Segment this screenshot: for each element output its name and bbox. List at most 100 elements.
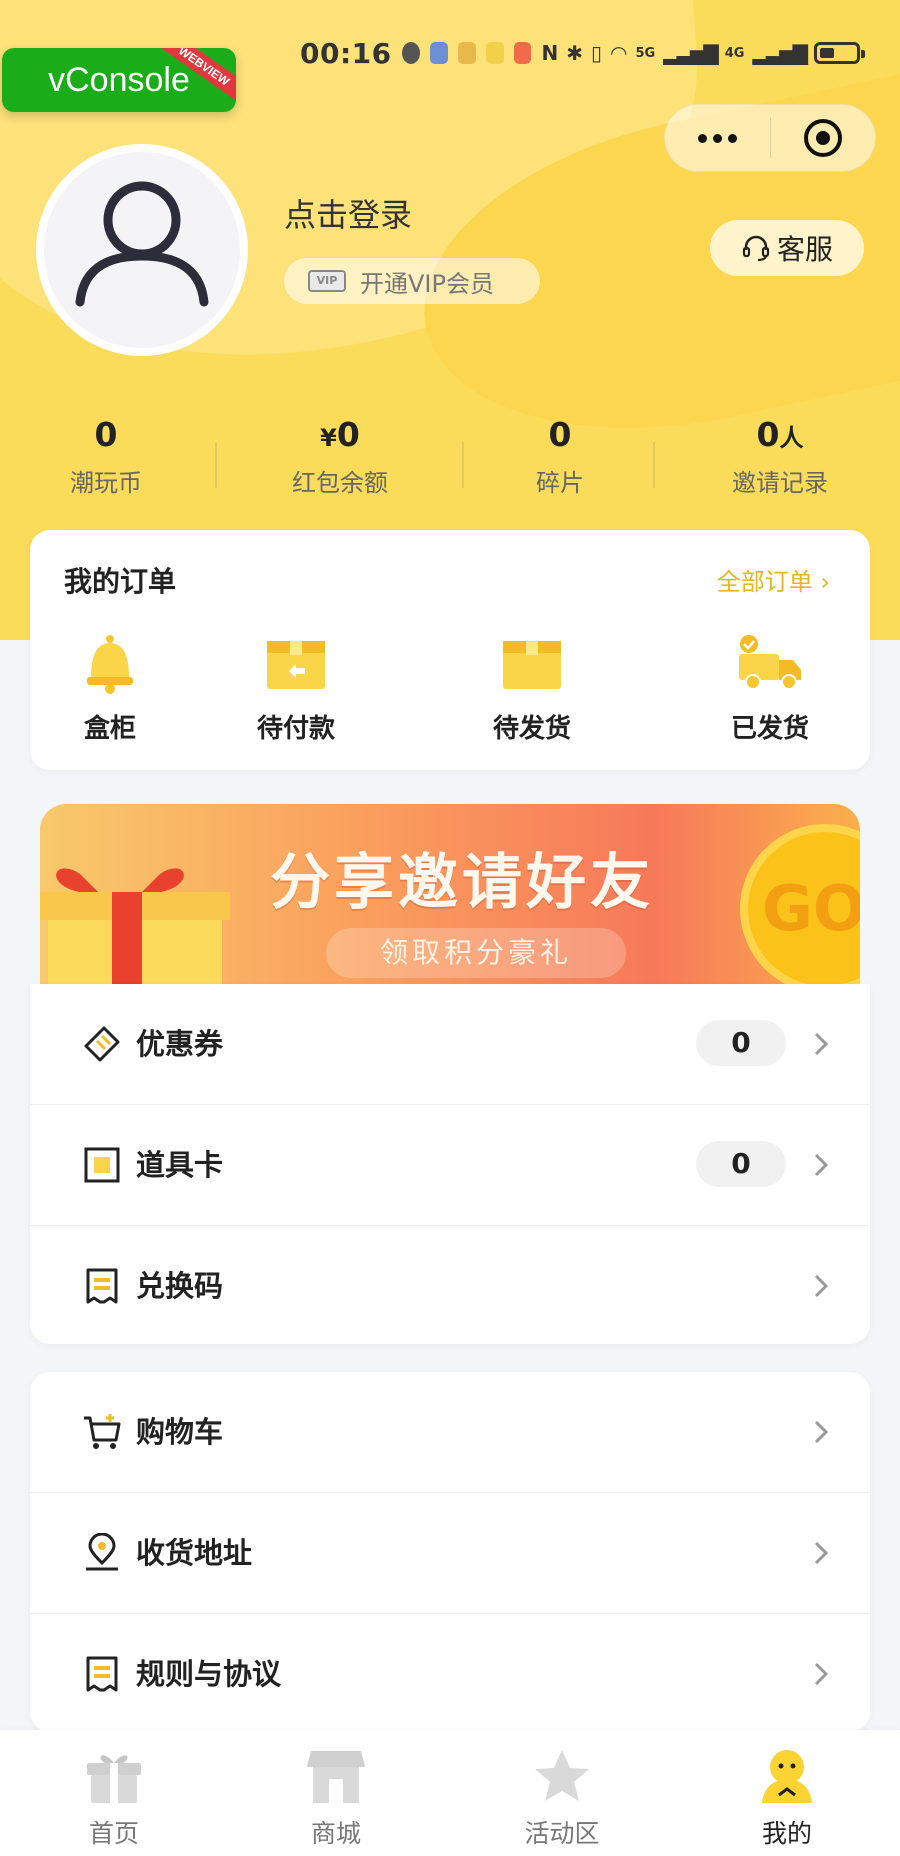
stat-coins[interactable]: 0 潮玩币	[46, 414, 166, 498]
chevron-right-icon	[814, 1032, 829, 1056]
gift-box-icon	[40, 868, 230, 984]
stat-label: 邀请记录	[732, 469, 828, 497]
stat-fragments[interactable]: 0 碎片	[510, 414, 610, 498]
order-item-label: 已发货	[730, 714, 809, 744]
more-dot-icon	[712, 133, 722, 143]
target-icon	[803, 119, 842, 157]
menu-group-shopping: 购物车 收货地址 规则与协议	[30, 1372, 870, 1732]
bluetooth-icon: ✱	[566, 41, 584, 65]
star-icon	[535, 1750, 589, 1801]
avatar[interactable]	[36, 144, 248, 356]
menu-group-benefits: 优惠券 0 道具卡 0 兑换码	[30, 984, 870, 1344]
status-time: 00:16	[300, 36, 392, 70]
tab-shop[interactable]: 商城	[276, 1744, 396, 1850]
close-miniprogram-button[interactable]	[771, 119, 876, 157]
box-return-icon	[267, 641, 325, 689]
stat-invites[interactable]: 0人 邀请记录	[710, 414, 850, 498]
all-orders-link[interactable]: 全部订单 ›	[717, 562, 830, 597]
menu-row-label: 优惠券	[136, 1027, 224, 1061]
invite-friends-banner[interactable]: 分享邀请好友 领取积分豪礼 GO	[40, 804, 860, 984]
app-notification-icon	[485, 42, 504, 64]
wifi-icon: ◠	[610, 41, 628, 65]
stat-value: ¥0	[320, 415, 360, 454]
more-dot-icon	[727, 133, 737, 143]
orders-card: 我的订单 全部订单 › 盒柜 待付款 待发货 已发货	[30, 530, 870, 770]
app-notification-icon	[401, 42, 420, 64]
stat-divider	[462, 442, 464, 488]
open-vip-button[interactable]: VIP 开通VIP会员	[284, 258, 540, 304]
chevron-right-icon	[814, 1274, 829, 1298]
headset-icon	[742, 235, 770, 262]
truck-icon	[739, 635, 801, 690]
order-item-pending-payment[interactable]: 待付款	[226, 630, 366, 745]
menu-row-label: 收货地址	[136, 1536, 253, 1570]
menu-row-coupons[interactable]: 优惠券 0	[30, 984, 870, 1104]
vconsole-button[interactable]: vConsole WEBVIEW	[2, 48, 236, 112]
tab-label: 首页	[88, 1819, 139, 1848]
tab-label: 活动区	[524, 1819, 600, 1848]
signal-icon: ▂▃▅▇	[663, 41, 719, 65]
tab-label: 我的	[761, 1819, 812, 1848]
menu-row-redeem-code[interactable]: 兑换码	[30, 1226, 870, 1346]
nfc-icon: N	[541, 41, 559, 65]
app-notification-icon	[457, 42, 476, 64]
stat-label: 碎片	[536, 469, 584, 497]
stat-divider	[653, 442, 655, 488]
vip-label: 开通VIP会员	[360, 269, 494, 298]
vconsole-label: vConsole	[48, 60, 190, 99]
stat-label: 红包余额	[292, 469, 388, 497]
order-item-shipped[interactable]: 已发货	[700, 630, 840, 745]
chevron-right-icon	[814, 1662, 829, 1686]
menu-row-label: 购物车	[136, 1415, 224, 1449]
tab-home[interactable]: 首页	[54, 1744, 174, 1850]
vip-icon: VIP	[308, 270, 346, 292]
stat-divider	[215, 442, 217, 488]
location-icon	[86, 1533, 118, 1571]
banner-headline: 分享邀请好友	[270, 848, 654, 918]
bell-icon	[87, 635, 133, 694]
banner-go-badge: GO	[740, 824, 860, 984]
battery-icon	[814, 42, 865, 64]
user-icon	[762, 1750, 812, 1803]
app-notification-icon	[429, 42, 448, 64]
order-item-box-cabinet[interactable]: 盒柜	[40, 630, 180, 745]
menu-row-label: 兑换码	[136, 1269, 224, 1303]
shop-icon	[307, 1751, 365, 1803]
tab-activity[interactable]: 活动区	[502, 1744, 622, 1850]
tab-label: 商城	[310, 1819, 361, 1848]
coupon-icon	[84, 1026, 120, 1062]
coupon-count-badge: 0	[696, 1020, 786, 1066]
menu-row-rules[interactable]: 规则与协议	[30, 1614, 870, 1734]
tab-mine[interactable]: 我的	[727, 1744, 847, 1850]
menu-row-item-cards[interactable]: 道具卡 0	[30, 1105, 870, 1225]
stat-label: 潮玩币	[70, 469, 142, 497]
menu-row-label: 规则与协议	[136, 1657, 282, 1691]
signal-4g-label: 4G	[724, 45, 745, 61]
stat-value: 0	[548, 415, 572, 454]
cart-icon	[84, 1414, 121, 1449]
app-notification-icon	[513, 42, 532, 64]
card-icon	[84, 1147, 120, 1183]
miniprogram-capsule	[664, 104, 876, 172]
chevron-right-icon	[814, 1153, 829, 1177]
order-item-label: 盒柜	[83, 714, 136, 744]
bottom-tab-bar: 首页 商城 活动区 我的	[0, 1730, 900, 1856]
login-link[interactable]: 点击登录	[284, 190, 412, 236]
more-dot-icon	[697, 133, 707, 143]
menu-row-address[interactable]: 收货地址	[30, 1493, 870, 1613]
order-item-pending-shipment[interactable]: 待发货	[462, 630, 602, 745]
box-icon	[503, 641, 561, 689]
stat-red-packet[interactable]: ¥0 红包余额	[270, 414, 410, 498]
customer-service-button[interactable]: 客服	[710, 220, 864, 276]
document-icon	[86, 1656, 118, 1692]
stats-bar: 0 潮玩币 ¥0 红包余额 0 碎片 0人 邀请记录	[0, 414, 900, 504]
vibrate-icon: ▯	[591, 41, 603, 65]
menu-row-label: 道具卡	[136, 1148, 224, 1182]
stat-value: 0人	[756, 415, 804, 454]
more-options-button[interactable]	[665, 133, 770, 143]
signal-icon: ▂▃▅▇	[752, 41, 808, 65]
receipt-icon	[86, 1268, 118, 1304]
menu-row-cart[interactable]: 购物车	[30, 1372, 870, 1492]
signal-5g-label: 5G	[635, 45, 656, 61]
banner-subtitle: 领取积分豪礼	[326, 928, 626, 978]
